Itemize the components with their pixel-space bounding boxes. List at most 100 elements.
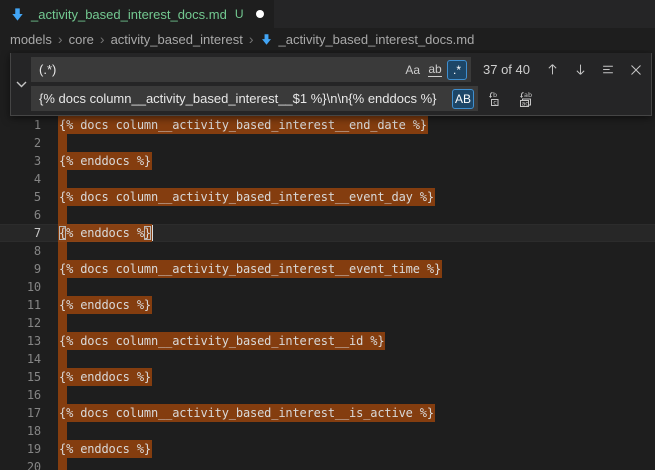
find-replace-widget: (.*) Aa ab .* 37 of 40 bbox=[10, 53, 652, 116]
line-number: 7 bbox=[0, 224, 58, 242]
whole-word-toggle[interactable]: ab bbox=[425, 60, 445, 80]
find-match-highlight: {% enddocs %} bbox=[58, 152, 152, 170]
code-line[interactable]: 9{% docs column__activity_based_interest… bbox=[0, 260, 655, 278]
find-match-highlight: {% enddocs %} bbox=[58, 224, 152, 242]
code-line[interactable]: 4 bbox=[0, 170, 655, 188]
line-content[interactable]: {% docs column__activity_based_interest_… bbox=[58, 260, 655, 278]
line-content[interactable] bbox=[58, 314, 655, 332]
code-line[interactable]: 14 bbox=[0, 350, 655, 368]
code-line[interactable]: 5{% docs column__activity_based_interest… bbox=[0, 188, 655, 206]
line-content[interactable]: {% enddocs %} bbox=[58, 224, 655, 242]
replace-input[interactable]: {% docs column__activity_based_interest_… bbox=[31, 86, 478, 111]
line-content[interactable] bbox=[58, 386, 655, 404]
close-find-widget-button[interactable] bbox=[625, 59, 647, 81]
arrow-down-icon bbox=[574, 63, 587, 76]
line-number: 12 bbox=[0, 314, 58, 332]
next-match-button[interactable] bbox=[569, 59, 591, 81]
line-content[interactable] bbox=[58, 350, 655, 368]
breadcrumb-item-core[interactable]: core bbox=[69, 32, 94, 47]
line-content[interactable]: {% enddocs %} bbox=[58, 296, 655, 314]
replace-button[interactable]: b c bbox=[486, 88, 508, 110]
find-match-highlight: {% docs column__activity_based_interest_… bbox=[58, 332, 385, 350]
svg-text:ac: ac bbox=[521, 100, 528, 107]
code-line[interactable]: 6 bbox=[0, 206, 655, 224]
line-number: 6 bbox=[0, 206, 58, 224]
code-line[interactable]: 10 bbox=[0, 278, 655, 296]
line-number: 4 bbox=[0, 170, 58, 188]
chevron-right-icon: › bbox=[100, 31, 105, 47]
line-content[interactable] bbox=[58, 278, 655, 296]
previous-match-button[interactable] bbox=[541, 59, 563, 81]
replace-row: {% docs column__activity_based_interest_… bbox=[31, 86, 647, 111]
code-line[interactable]: 2 bbox=[0, 134, 655, 152]
tab-bar: _activity_based_interest_docs.md U bbox=[0, 0, 655, 28]
line-content[interactable] bbox=[58, 206, 655, 224]
find-in-selection-button[interactable] bbox=[597, 59, 619, 81]
line-number: 14 bbox=[0, 350, 58, 368]
breadcrumb-item-folder[interactable]: activity_based_interest bbox=[111, 32, 243, 47]
breadcrumb-item-file[interactable]: _activity_based_interest_docs.md bbox=[278, 32, 474, 47]
replace-icon: b c bbox=[489, 91, 505, 107]
line-content[interactable] bbox=[58, 134, 655, 152]
find-match-highlight-empty bbox=[58, 386, 67, 404]
code-line[interactable]: 13{% docs column__activity_based_interes… bbox=[0, 332, 655, 350]
line-number: 5 bbox=[0, 188, 58, 206]
line-content[interactable]: {% docs column__activity_based_interest_… bbox=[58, 404, 655, 422]
line-content[interactable]: {% docs column__activity_based_interest_… bbox=[58, 116, 655, 134]
line-number: 2 bbox=[0, 134, 58, 152]
tab-active-file[interactable]: _activity_based_interest_docs.md U bbox=[0, 0, 274, 28]
find-match-highlight: {% docs column__activity_based_interest_… bbox=[58, 116, 428, 134]
find-match-highlight: {% docs column__activity_based_interest_… bbox=[58, 260, 442, 278]
markdown-file-icon bbox=[10, 7, 25, 22]
find-input-value: (.*) bbox=[39, 62, 400, 77]
chevron-down-icon bbox=[16, 81, 27, 88]
svg-text:ab: ab bbox=[524, 91, 532, 99]
code-line[interactable]: 19{% enddocs %} bbox=[0, 440, 655, 458]
code-line[interactable]: 17{% docs column__activity_based_interes… bbox=[0, 404, 655, 422]
code-line[interactable]: 1{% docs column__activity_based_interest… bbox=[0, 116, 655, 134]
preserve-case-toggle[interactable]: AB bbox=[452, 89, 474, 109]
line-content[interactable]: {% enddocs %} bbox=[58, 152, 655, 170]
regex-toggle[interactable]: .* bbox=[447, 60, 467, 80]
find-match-highlight: {% docs column__activity_based_interest_… bbox=[58, 188, 435, 206]
find-match-highlight-empty bbox=[58, 314, 67, 332]
markdown-file-icon bbox=[260, 33, 273, 46]
code-line[interactable]: 8 bbox=[0, 242, 655, 260]
code-line[interactable]: 12 bbox=[0, 314, 655, 332]
line-content[interactable]: {% enddocs %} bbox=[58, 368, 655, 386]
line-content[interactable] bbox=[58, 170, 655, 188]
find-input[interactable]: (.*) Aa ab .* bbox=[31, 57, 471, 82]
find-match-highlight: {% enddocs %} bbox=[58, 440, 152, 458]
line-number: 18 bbox=[0, 422, 58, 440]
match-case-toggle[interactable]: Aa bbox=[402, 60, 423, 80]
code-line[interactable]: 3{% enddocs %} bbox=[0, 152, 655, 170]
code-line[interactable]: 15{% enddocs %} bbox=[0, 368, 655, 386]
toggle-replace-chevron[interactable] bbox=[11, 57, 31, 111]
line-content[interactable] bbox=[58, 458, 655, 470]
line-content[interactable]: {% enddocs %} bbox=[58, 440, 655, 458]
code-line[interactable]: 7{% enddocs %} bbox=[0, 224, 655, 242]
code-line[interactable]: 16 bbox=[0, 386, 655, 404]
code-line[interactable]: 11{% enddocs %} bbox=[0, 296, 655, 314]
find-match-highlight-empty bbox=[58, 278, 67, 296]
line-content[interactable] bbox=[58, 242, 655, 260]
code-line[interactable]: 18 bbox=[0, 422, 655, 440]
code-line[interactable]: 20 bbox=[0, 458, 655, 470]
line-number: 3 bbox=[0, 152, 58, 170]
replace-all-icon: ab ac bbox=[517, 91, 534, 107]
find-match-highlight: {% enddocs %} bbox=[58, 368, 152, 386]
line-content[interactable]: {% docs column__activity_based_interest_… bbox=[58, 332, 655, 350]
find-match-highlight-empty bbox=[58, 242, 67, 260]
line-content[interactable] bbox=[58, 422, 655, 440]
find-match-highlight: {% docs column__activity_based_interest_… bbox=[58, 404, 435, 422]
line-number: 16 bbox=[0, 386, 58, 404]
breadcrumb-item-models[interactable]: models bbox=[10, 32, 52, 47]
line-number: 17 bbox=[0, 404, 58, 422]
find-match-highlight-empty bbox=[58, 458, 67, 470]
line-content[interactable]: {% docs column__activity_based_interest_… bbox=[58, 188, 655, 206]
unsaved-changes-dot[interactable] bbox=[256, 10, 264, 18]
replace-all-button[interactable]: ab ac bbox=[514, 88, 536, 110]
find-match-highlight: {% enddocs %} bbox=[58, 296, 152, 314]
line-number: 15 bbox=[0, 368, 58, 386]
arrow-up-icon bbox=[546, 63, 559, 76]
